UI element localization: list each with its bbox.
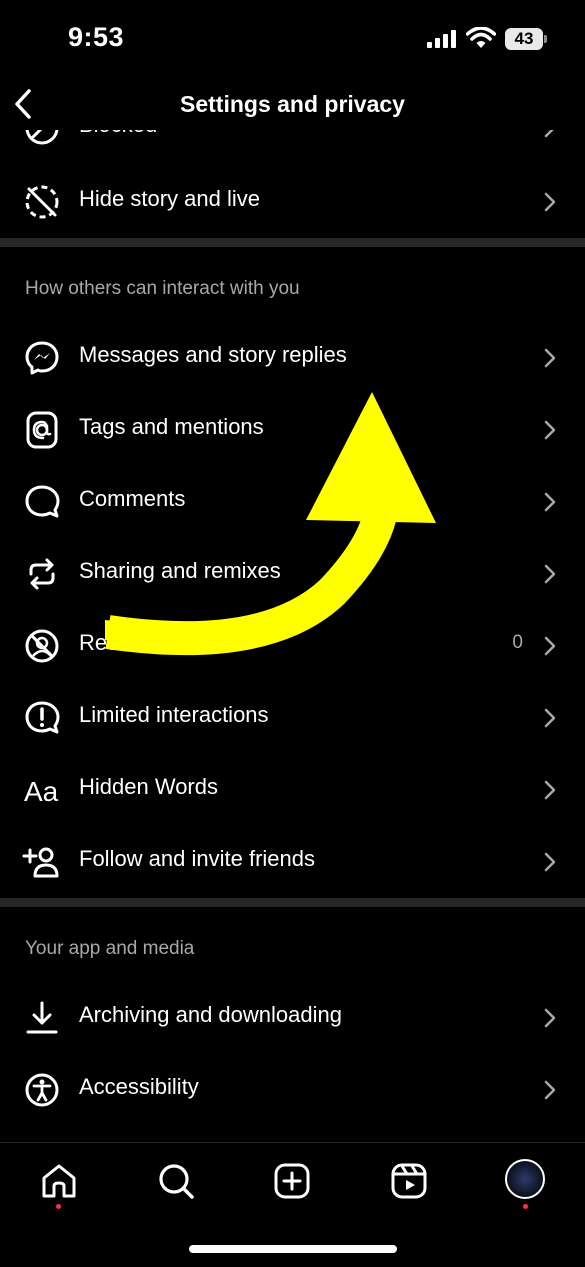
status-time: 9:53 (68, 22, 125, 52)
settings-row-tags[interactable]: Tags and mentions (0, 394, 585, 466)
settings-row-hidden-words[interactable]: Aa Hidden Words (0, 754, 585, 826)
hide-story-icon (25, 185, 59, 219)
create-icon (274, 1163, 310, 1199)
row-label: Messages and story replies (79, 342, 347, 367)
settings-list: Blocked 0 Hide story and live How others… (0, 130, 585, 1142)
profile-avatar[interactable] (505, 1159, 545, 1199)
status-bar: 9:53 43 (0, 0, 585, 80)
section-title-interact: How others can interact with you (25, 278, 300, 299)
section-separator (0, 898, 585, 907)
row-label: Blocked (79, 130, 157, 138)
download-icon (26, 1001, 58, 1034)
settings-row-sharing[interactable]: Sharing and remixes (0, 538, 585, 610)
row-label: Hide story and live (79, 186, 260, 211)
search-icon (159, 1164, 194, 1199)
svg-text:Aa: Aa (24, 776, 59, 807)
header: Settings and privacy (0, 80, 585, 130)
accessibility-icon (25, 1073, 59, 1107)
settings-row-follow-invite[interactable]: Follow and invite friends (0, 826, 585, 898)
add-person-icon (22, 847, 59, 878)
settings-row-restricted[interactable]: Restricted 0 (0, 610, 585, 682)
section-separator (0, 238, 585, 247)
battery-tip (544, 35, 547, 43)
row-label: Archiving and downloading (79, 1002, 342, 1027)
blocked-icon (25, 130, 59, 145)
limited-interactions-icon (25, 701, 60, 734)
chevron-right-icon (544, 192, 556, 212)
chevron-right-icon (544, 636, 556, 656)
reels-icon (391, 1163, 427, 1199)
row-label: Comments (79, 486, 186, 511)
home-indicator (189, 1245, 397, 1253)
section-title-app-media: Your app and media (25, 938, 195, 959)
chevron-right-icon (544, 420, 556, 440)
hidden-words-icon: Aa (24, 776, 59, 807)
at-sign-icon (26, 411, 58, 449)
wifi-icon (466, 27, 496, 48)
messenger-icon (25, 341, 59, 375)
chevron-right-icon (544, 1080, 556, 1100)
page-title: Settings and privacy (180, 91, 405, 117)
row-count: 0 (512, 130, 523, 136)
share-remix-icon (29, 558, 55, 590)
notification-dot (56, 1204, 61, 1209)
row-label: Limited interactions (79, 702, 269, 727)
notification-dot (523, 1204, 528, 1209)
cellular-signal-icon (427, 30, 456, 48)
settings-row-comments[interactable]: Comments (0, 466, 585, 538)
tab-reels[interactable] (389, 1161, 429, 1201)
settings-row-accessibility[interactable]: Accessibility (0, 1054, 585, 1126)
home-icon (42, 1164, 76, 1198)
battery-indicator: 43 (505, 28, 543, 50)
row-label: Restricted (79, 630, 179, 655)
row-label: Hidden Words (79, 774, 218, 799)
comment-icon (25, 485, 60, 518)
chevron-right-icon (544, 564, 556, 584)
row-label: Follow and invite friends (79, 846, 316, 871)
settings-row-limited[interactable]: Limited interactions (0, 682, 585, 754)
row-label: Accessibility (79, 1074, 199, 1099)
chevron-right-icon (544, 348, 556, 368)
chevron-right-icon (544, 130, 554, 138)
chevron-right-icon (544, 708, 556, 728)
tab-home[interactable] (39, 1161, 79, 1201)
settings-row-hide-story[interactable]: Hide story and live (0, 166, 585, 238)
tab-create[interactable] (272, 1161, 312, 1201)
chevron-right-icon (544, 1008, 556, 1028)
settings-row-blocked[interactable]: Blocked 0 (0, 130, 585, 164)
settings-row-archiving[interactable]: Archiving and downloading (0, 982, 585, 1054)
row-label: Tags and mentions (79, 414, 264, 439)
chevron-right-icon (544, 852, 556, 872)
chevron-right-icon (544, 492, 556, 512)
settings-row-messages[interactable]: Messages and story replies (0, 322, 585, 394)
row-label: Sharing and remixes (79, 558, 281, 583)
restricted-icon (25, 629, 59, 663)
chevron-right-icon (544, 780, 556, 800)
row-count: 0 (512, 632, 523, 653)
tab-search[interactable] (156, 1161, 196, 1201)
